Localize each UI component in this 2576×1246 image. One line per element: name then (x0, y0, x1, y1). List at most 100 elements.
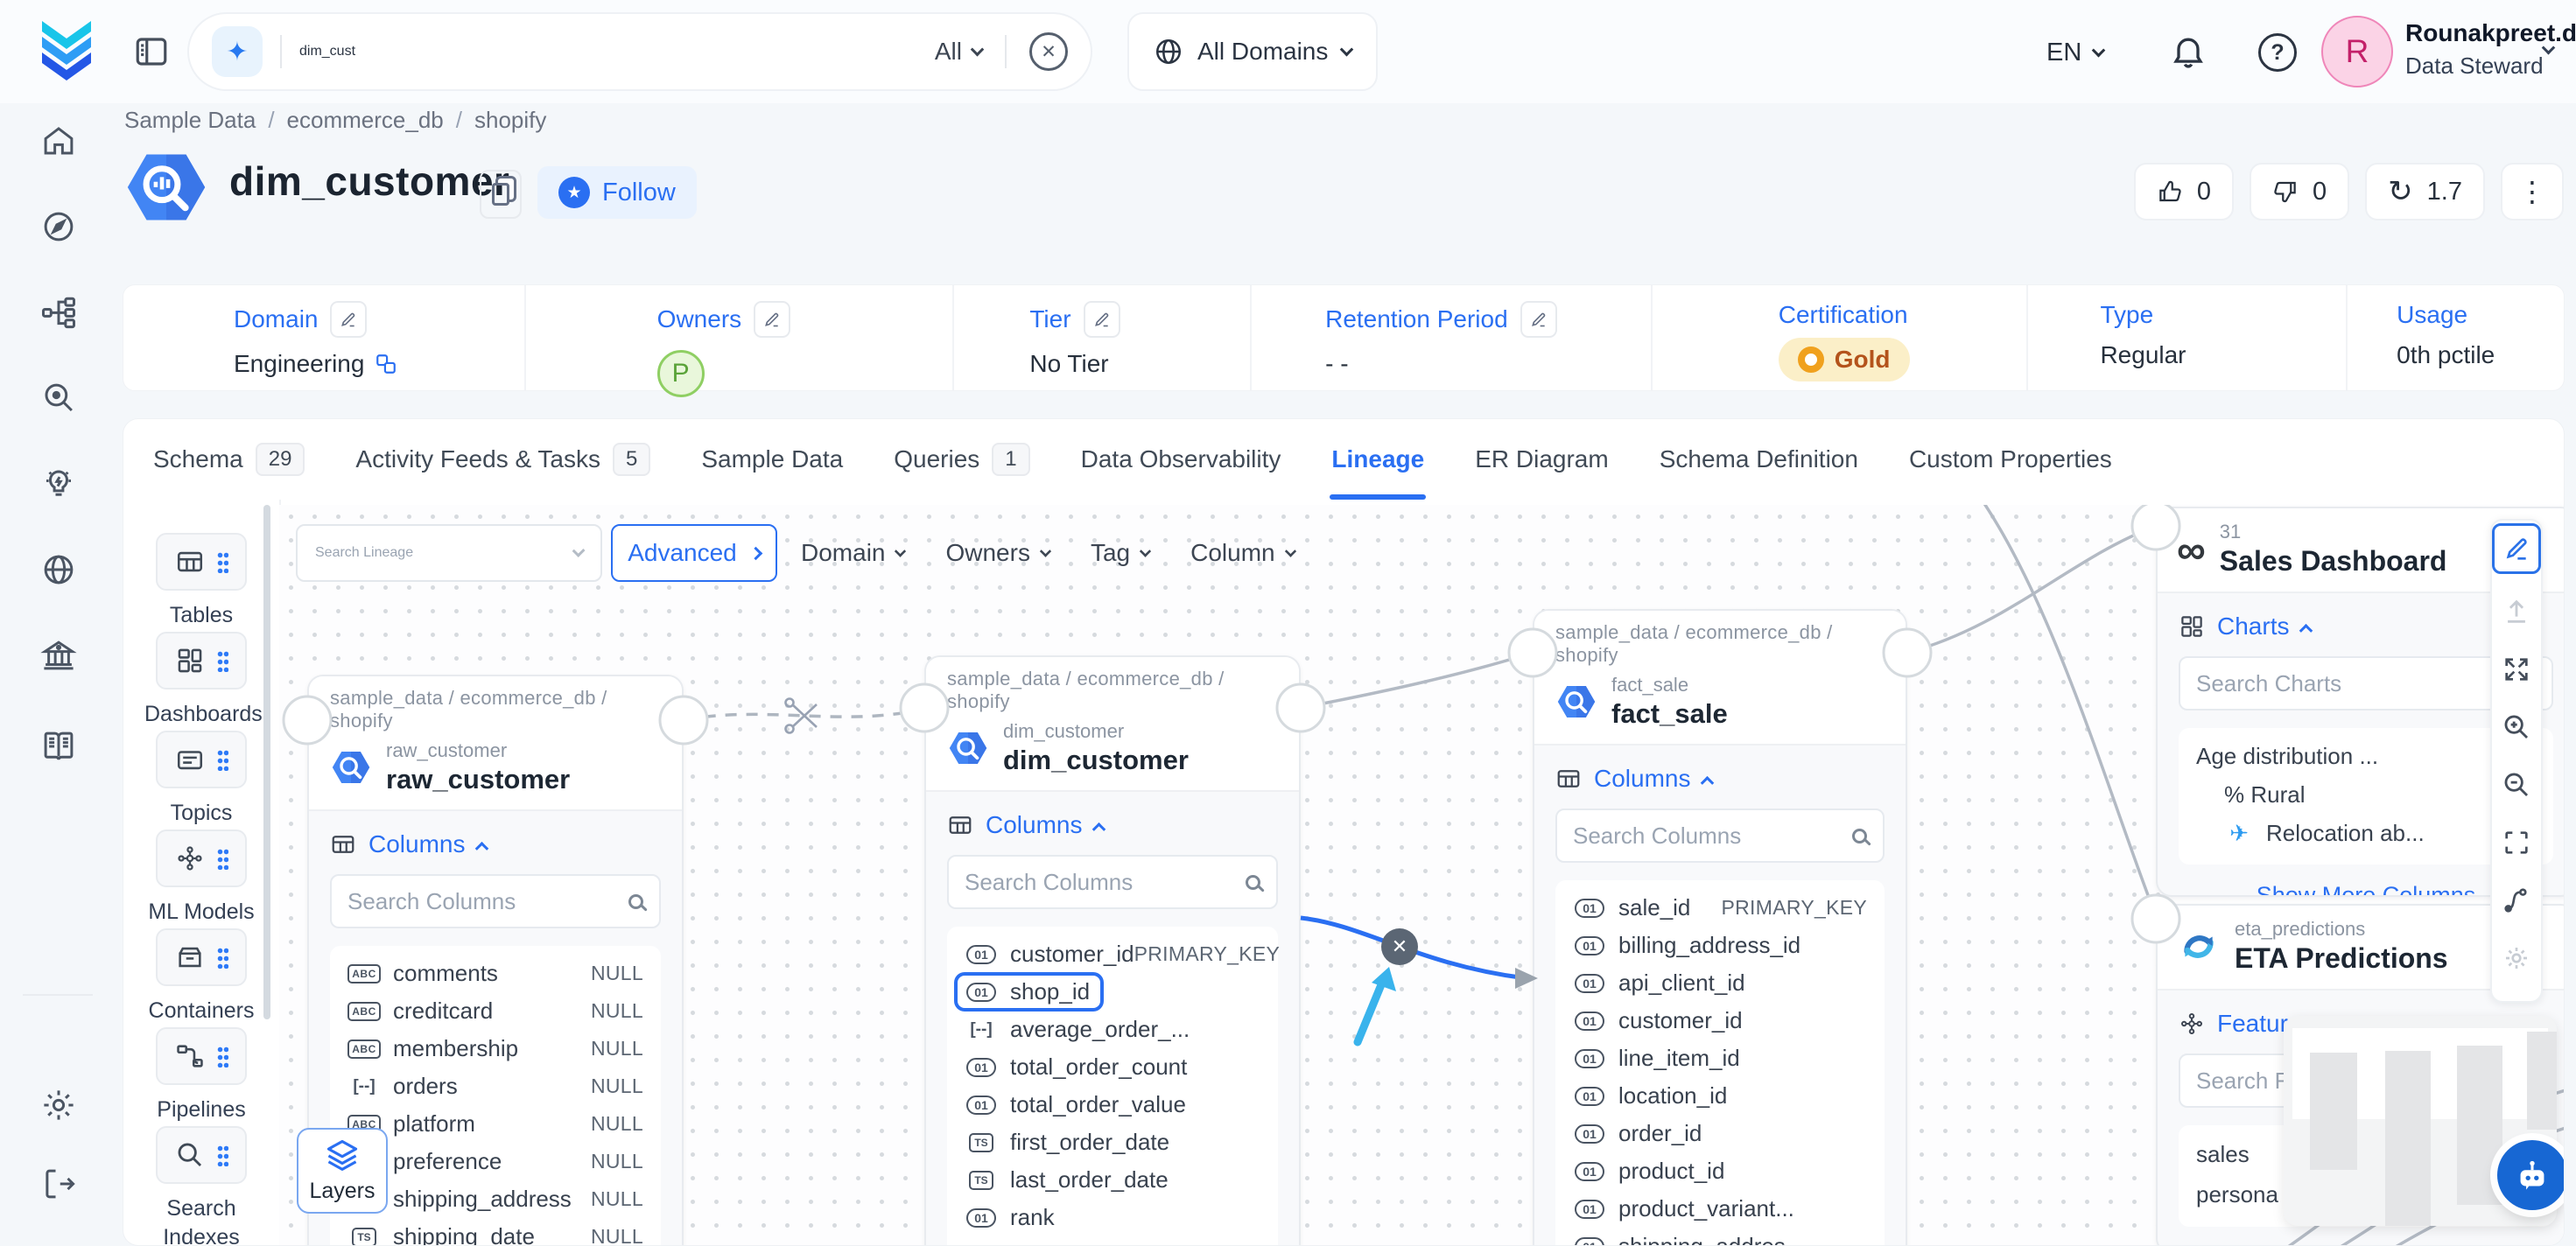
palette-item-search-indexes[interactable]: Search Indexes (123, 1126, 279, 1246)
tab[interactable]: Schema 29 (151, 419, 306, 500)
column-row[interactable]: api_client_id (1555, 964, 1885, 1002)
edit-lineage-button[interactable] (2492, 523, 2541, 574)
downvote-button[interactable]: 0 (2250, 163, 2349, 220)
sidebar-item-lineage-icon[interactable] (40, 294, 77, 331)
tab[interactable]: Activity Feeds & Tasks 5 (354, 419, 652, 500)
drag-handle-icon[interactable] (217, 947, 228, 969)
drag-handle-icon[interactable] (217, 650, 228, 672)
column-search-input[interactable] (347, 888, 628, 915)
column-row[interactable]: location_id (1555, 1077, 1885, 1115)
column-row[interactable]: product_variant... (1555, 1190, 1885, 1228)
lineage-node-dim-customer[interactable]: sample_data / ecommerce_db / shopify dim… (924, 655, 1301, 1246)
help-icon[interactable]: ? (2258, 33, 2297, 72)
export-lineage-button[interactable] (2492, 583, 2541, 640)
search-scope-dropdown[interactable]: All (935, 38, 982, 66)
language-selector[interactable]: EN (2046, 38, 2103, 67)
palette-item-containers[interactable]: Containers (123, 928, 279, 1026)
drag-handle-icon[interactable] (217, 1144, 228, 1166)
column-row[interactable]: average_order_... (947, 1011, 1278, 1048)
sidebar-item-settings-icon[interactable] (40, 1087, 77, 1124)
sidebar-item-domains-icon[interactable] (40, 551, 77, 588)
column-row[interactable]: creditcard NULL (330, 992, 661, 1030)
lineage-canvas[interactable]: Advanced Domain Owners Tag Column sample… (279, 505, 2565, 1246)
layers-button[interactable]: Layers (297, 1128, 388, 1214)
column-search-input[interactable] (965, 869, 1246, 896)
chart-search-input[interactable] (2196, 670, 2521, 697)
column-row[interactable]: total_order_value (947, 1086, 1278, 1124)
breadcrumb-item[interactable]: Sample Data (124, 107, 256, 134)
column-row[interactable]: customer_id PRIMARY_KEY (947, 935, 1278, 973)
columns-section-toggle[interactable]: Columns (1534, 746, 1906, 793)
breadcrumb-item[interactable]: ecommerce_db (287, 107, 444, 134)
lineage-search-input[interactable] (315, 545, 565, 561)
column-row[interactable]: comments NULL (330, 955, 661, 992)
palette-item-tables[interactable]: Tables (123, 533, 279, 630)
column-row[interactable]: customer_id (1555, 1002, 1885, 1040)
notifications-bell-icon[interactable] (2169, 32, 2207, 70)
column-row[interactable]: shipping_date NULL (330, 1218, 661, 1246)
remove-edge-button[interactable]: ✕ (1381, 928, 1418, 965)
openmetadata-logo-icon[interactable] (39, 19, 95, 80)
upvote-button[interactable]: 0 (2134, 163, 2234, 220)
edit-owners-button[interactable] (754, 301, 790, 338)
sidebar-toggle-icon[interactable] (133, 33, 170, 70)
node-column-search[interactable] (330, 874, 661, 928)
edit-retention-button[interactable] (1520, 301, 1557, 338)
more-options-button[interactable]: ⋮ (2501, 163, 2564, 220)
version-button[interactable]: ↻ 1.7 (2365, 163, 2485, 220)
edit-domain-button[interactable] (330, 301, 367, 338)
zoom-out-button[interactable] (2492, 756, 2541, 814)
drag-handle-icon[interactable] (217, 551, 228, 573)
zoom-in-button[interactable] (2492, 698, 2541, 756)
all-domains-button[interactable]: All Domains (1127, 12, 1378, 91)
edit-tier-button[interactable] (1084, 301, 1120, 338)
assistant-chat-button[interactable] (2497, 1140, 2565, 1210)
tab[interactable]: Queries 1 (892, 419, 1031, 500)
sidebar-item-home-icon[interactable] (40, 122, 77, 159)
filter-dropdown[interactable]: Column (1190, 539, 1295, 567)
node-column-search[interactable] (1555, 808, 1885, 863)
sidebar-item-explore-icon[interactable] (40, 208, 77, 245)
global-search-bar[interactable]: ✦ All ✕ (187, 12, 1092, 91)
sidebar-item-glossary-icon[interactable] (40, 728, 77, 765)
column-row[interactable]: first_order_date (947, 1124, 1278, 1161)
advanced-filter-button[interactable]: Advanced (611, 524, 777, 582)
owner-avatar[interactable]: P (657, 350, 705, 397)
fullscreen-button[interactable] (2492, 814, 2541, 872)
filter-dropdown[interactable]: Owners (945, 539, 1049, 567)
column-row[interactable]: billing_address_id (1555, 927, 1885, 964)
column-row[interactable]: shipping_addres... (1555, 1228, 1885, 1246)
tab[interactable]: Lineage (1330, 419, 1426, 500)
drag-handle-icon[interactable] (217, 848, 228, 870)
column-row[interactable]: product_id (1555, 1152, 1885, 1190)
filter-dropdown[interactable]: Domain (801, 539, 905, 567)
follow-button[interactable]: ★ Follow (537, 166, 697, 219)
tab[interactable]: ER Diagram (1473, 419, 1610, 500)
lineage-node-fact-sale[interactable]: sample_data / ecommerce_db / shopify fac… (1533, 609, 1907, 1246)
global-search-input[interactable] (299, 44, 917, 60)
drag-handle-icon[interactable] (217, 1046, 228, 1068)
column-row[interactable]: last_order_date (947, 1161, 1278, 1199)
edge-style-button[interactable] (2492, 872, 2541, 929)
filter-dropdown[interactable]: Tag (1091, 539, 1150, 567)
sidebar-item-observability-icon[interactable] (40, 380, 77, 416)
palette-item-topics[interactable]: Topics (123, 731, 279, 828)
column-row[interactable]: total_order_count (947, 1048, 1278, 1086)
lineage-settings-button[interactable] (2492, 929, 2541, 987)
show-more-columns-link[interactable]: Show More Columns (2158, 1236, 2565, 1246)
tab[interactable]: Schema Definition (1658, 419, 1860, 500)
column-row[interactable]: line_item_id (1555, 1040, 1885, 1077)
sidebar-item-logout-icon[interactable] (40, 1166, 77, 1202)
column-search-input[interactable] (1573, 822, 1852, 850)
tab[interactable]: Custom Properties (1907, 419, 2114, 500)
palette-scrollbar[interactable] (263, 505, 270, 1019)
palette-item-pipelines[interactable]: Pipelines (123, 1027, 279, 1124)
node-column-search[interactable] (947, 855, 1278, 909)
lineage-search[interactable] (296, 524, 602, 582)
fit-view-button[interactable] (2492, 640, 2541, 698)
palette-item-dashboards[interactable]: Dashboards (123, 632, 279, 729)
column-row[interactable]: sale_id PRIMARY_KEY (1555, 889, 1885, 927)
column-row[interactable]: shop_id (947, 973, 1278, 1011)
drag-handle-icon[interactable] (217, 749, 228, 771)
column-row[interactable]: order_id (1555, 1115, 1885, 1152)
